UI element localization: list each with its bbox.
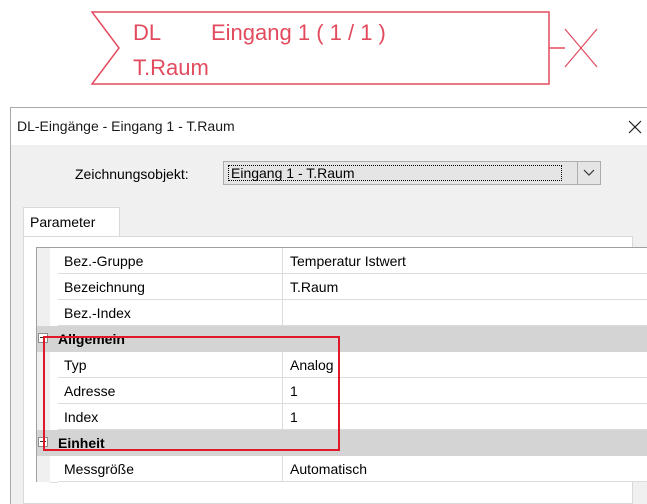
- close-icon: [628, 120, 642, 133]
- row-margin: [37, 456, 50, 482]
- row-margin: [37, 430, 50, 456]
- row-margin: [37, 378, 50, 404]
- row-margin: [37, 248, 50, 274]
- property-grid: Bez.-Gruppe Temperatur Istwert Bezeichnu…: [36, 247, 647, 483]
- drawing-object-value: Eingang 1 - T.Raum: [228, 165, 562, 181]
- dl-inputs-dialog: DL-Eingänge - Eingang 1 - T.Raum Zeichnu…: [10, 107, 647, 504]
- category-row-einheit[interactable]: Einheit: [37, 430, 647, 456]
- row-margin: [37, 326, 50, 352]
- drawing-input-number: Eingang 1 ( 1 / 1 ): [211, 20, 386, 45]
- chevron-down-icon: [583, 169, 595, 176]
- property-value[interactable]: [283, 300, 647, 326]
- drawing-object-select[interactable]: Eingang 1 - T.Raum: [223, 161, 601, 185]
- category-label: Einheit: [58, 435, 105, 451]
- row-gap: [50, 404, 58, 431]
- dialog-titlebar[interactable]: DL-Eingänge - Eingang 1 - T.Raum: [11, 108, 647, 145]
- drawing-object-label: Zeichnungsobjekt:: [75, 166, 189, 182]
- row-margin: [37, 404, 50, 430]
- property-name: Messgröße: [58, 456, 283, 482]
- property-name: Bezeichnung: [58, 274, 283, 300]
- drawing-dl-label: DL: [133, 20, 162, 45]
- property-value[interactable]: 1: [283, 378, 647, 404]
- property-name: Typ: [58, 352, 283, 378]
- row-gap: [50, 300, 58, 327]
- close-button[interactable]: [622, 108, 647, 145]
- dialog-title: DL-Eingänge - Eingang 1 - T.Raum: [17, 118, 235, 134]
- property-row[interactable]: Bez.-Index: [37, 300, 647, 327]
- dl-input-drawing-object[interactable]: DL Eingang 1 ( 1 / 1 ) T.Raum: [0, 0, 647, 95]
- row-margin: [37, 300, 50, 326]
- property-row[interactable]: Index 1: [37, 404, 647, 431]
- row-gap: [50, 274, 58, 301]
- property-value[interactable]: Analog: [283, 352, 647, 378]
- row-gap: [50, 352, 58, 379]
- property-name: Adresse: [58, 378, 283, 404]
- input-shape-outline: [90, 11, 598, 85]
- property-value[interactable]: Automatisch: [283, 456, 647, 482]
- property-value[interactable]: Temperatur Istwert: [283, 248, 647, 274]
- row-gap: [50, 456, 58, 483]
- tab-parameter[interactable]: Parameter: [23, 207, 120, 237]
- category-label: Allgemein: [58, 331, 125, 347]
- row-gap: [50, 248, 58, 275]
- tab-panel-parameter: Bez.-Gruppe Temperatur Istwert Bezeichnu…: [23, 236, 647, 504]
- property-name: Index: [58, 404, 283, 430]
- collapse-icon[interactable]: [38, 437, 48, 447]
- property-name: Bez.-Index: [58, 300, 283, 326]
- property-name: Bez.-Gruppe: [58, 248, 283, 274]
- property-row[interactable]: Typ Analog: [37, 352, 647, 379]
- property-row[interactable]: Bez.-Gruppe Temperatur Istwert: [37, 248, 647, 275]
- property-row[interactable]: Adresse 1: [37, 378, 647, 405]
- row-margin: [37, 274, 50, 300]
- drawing-designation: T.Raum: [133, 55, 209, 80]
- property-value[interactable]: 1: [283, 404, 647, 430]
- collapse-icon[interactable]: [38, 333, 48, 343]
- category-row-allgemein[interactable]: Allgemein: [37, 326, 647, 352]
- property-row[interactable]: Messgröße Automatisch: [37, 456, 647, 483]
- row-gap: [50, 378, 58, 405]
- property-value[interactable]: T.Raum: [283, 274, 647, 300]
- row-margin: [37, 352, 50, 378]
- dropdown-button[interactable]: [577, 162, 600, 184]
- property-row[interactable]: Bezeichnung T.Raum: [37, 274, 647, 301]
